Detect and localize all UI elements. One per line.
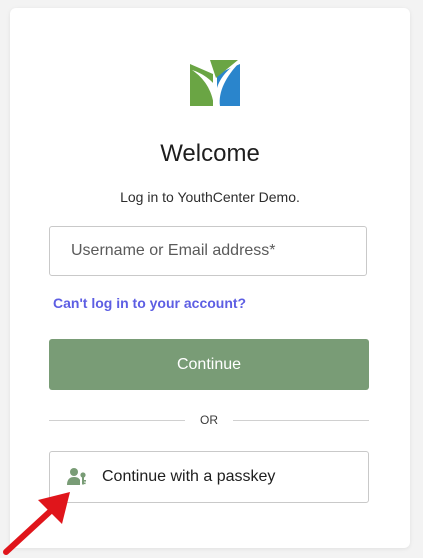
or-divider: OR	[49, 412, 369, 428]
page-subtitle: Log in to YouthCenter Demo.	[120, 189, 300, 205]
passkey-button-label: Continue with a passkey	[102, 468, 276, 485]
youthcenter-logo-icon	[190, 60, 240, 106]
divider-line-right	[233, 420, 369, 421]
login-card: Welcome Log in to YouthCenter Demo. Can'…	[10, 8, 410, 548]
red-arrow-icon	[3, 492, 70, 555]
cant-login-link[interactable]: Can't log in to your account?	[53, 295, 246, 311]
passkey-button[interactable]: Continue with a passkey	[49, 451, 369, 503]
page-title: Welcome	[160, 140, 260, 167]
username-input[interactable]	[49, 226, 367, 276]
continue-button[interactable]: Continue	[49, 339, 369, 390]
user-key-icon	[67, 468, 86, 485]
